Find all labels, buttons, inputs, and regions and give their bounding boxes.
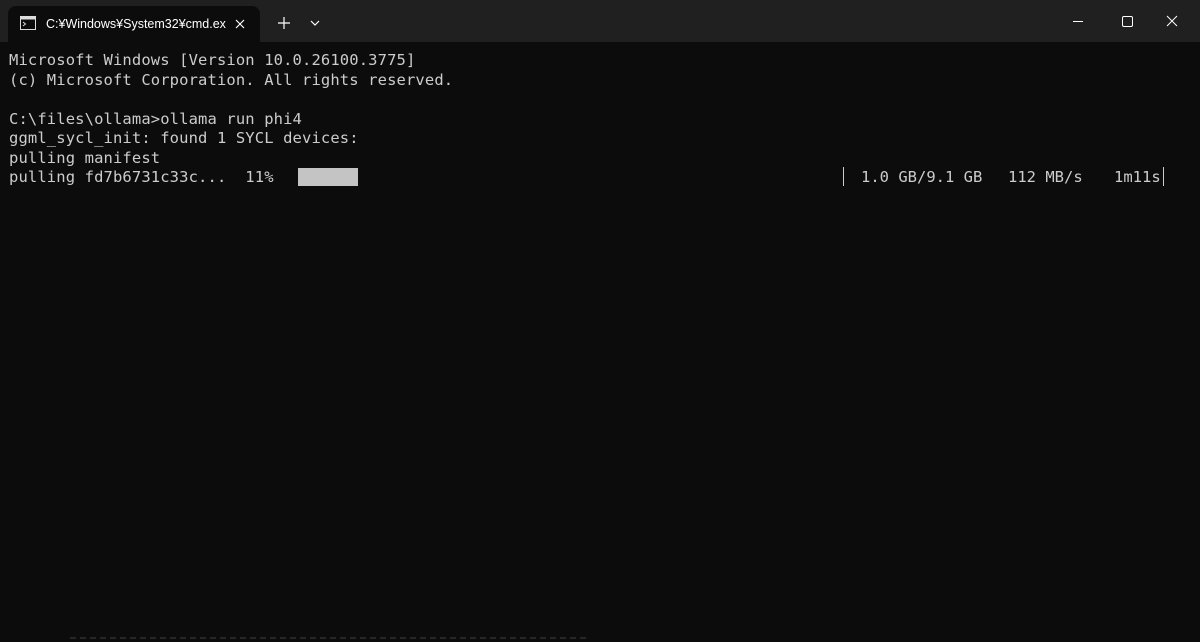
terminal-line: (c) Microsoft Corporation. All rights re… — [9, 70, 454, 89]
text-cursor — [1163, 167, 1164, 186]
terminal-line: pulling manifest — [9, 148, 161, 167]
download-size: 1.0 GB/9.1 GB — [861, 168, 983, 186]
tab-title: C:¥Windows¥System32¥cmd.exe — [46, 17, 226, 31]
terminal-line: C:\files\ollama>ollama run phi4 — [9, 109, 303, 128]
terminal-line: pulling fd7b6731c33c... 11% — [9, 168, 274, 186]
minimize-button[interactable] — [1050, 0, 1106, 42]
download-eta: 1m11s — [1114, 168, 1161, 186]
tab-dropdown-button[interactable] — [300, 9, 330, 37]
faint-text-row — [70, 637, 590, 639]
tab-cmd[interactable]: C:¥Windows¥System32¥cmd.exe — [8, 6, 260, 42]
terminal-icon — [20, 16, 36, 30]
download-progress-bar — [298, 168, 844, 186]
progress-bar-fill — [298, 168, 359, 186]
title-bar[interactable]: C:¥Windows¥System32¥cmd.exe — [0, 0, 1200, 42]
new-tab-button[interactable] — [268, 9, 300, 37]
terminal-line: ggml_sycl_init: found 1 SYCL devices: — [9, 129, 359, 147]
terminal-window: C:¥Windows¥System32¥cmd.exe Microsoft Wi… — [0, 0, 1200, 642]
plus-icon — [278, 17, 290, 29]
chevron-down-icon — [310, 20, 320, 26]
close-icon — [1166, 15, 1178, 27]
close-button[interactable] — [1144, 0, 1200, 42]
minimize-icon — [1073, 21, 1083, 22]
close-icon[interactable] — [230, 14, 250, 34]
terminal-output[interactable]: Microsoft Windows [Version 10.0.26100.37… — [0, 42, 1200, 642]
terminal-line: Microsoft Windows [Version 10.0.26100.37… — [9, 51, 416, 69]
progress-bar-end — [843, 167, 844, 186]
download-speed: 112 MB/s — [1008, 168, 1083, 186]
